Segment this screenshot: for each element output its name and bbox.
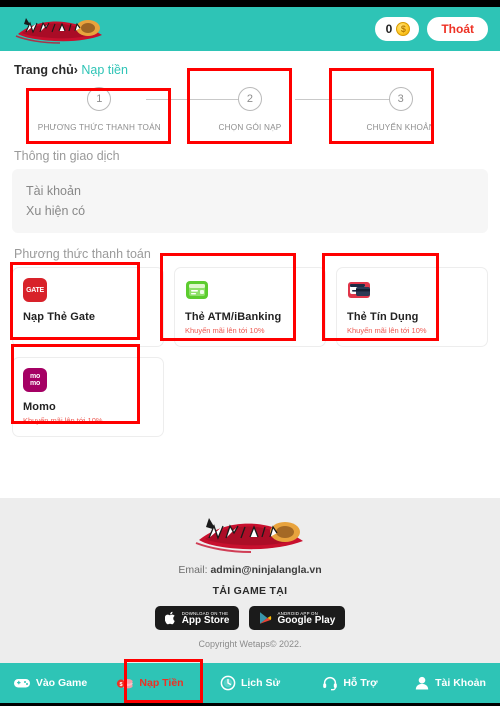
momo-icon-line1: mo [29, 372, 41, 380]
clock-icon [220, 675, 236, 691]
payment-method-name: Nạp Thẻ Gate [23, 311, 96, 323]
stepper-step-2[interactable]: 2 CHỌN GÓI NẠP [175, 87, 326, 132]
headset-icon [323, 676, 338, 691]
footer-copyright: Copyright Wetaps© 2022. [198, 639, 302, 649]
payment-methods-grid: GATE Nạp Thẻ Gate Thẻ ATM/iBanking Khuyế… [12, 267, 488, 445]
nav-item-vao-game[interactable]: Vào Game [0, 663, 100, 703]
payment-method-promo: Khuyến mãi lên tới 10% [347, 326, 427, 335]
stepper-label-3: CHUYỂN KHOẢN [366, 123, 435, 132]
user-icon [415, 676, 429, 690]
app-header: 0 $ Thoát [0, 7, 500, 51]
payment-method-name: Thẻ ATM/iBanking [185, 311, 282, 323]
stepper-step-3[interactable]: 3 CHUYỂN KHOẢN [325, 87, 476, 132]
payment-method-name: Momo [23, 401, 56, 413]
breadcrumb: Trang chủ› Nạp tiền [14, 63, 488, 77]
transaction-row-balance: Xu hiện có [26, 204, 86, 218]
breadcrumb-current: Nạp tiền [81, 63, 128, 77]
momo-icon-line2: mo [29, 380, 41, 387]
nav-item-lich-su[interactable]: Lịch Sử [200, 663, 300, 703]
credit-card-icon [347, 278, 371, 302]
stepper-number-3: 3 [388, 87, 413, 111]
page-footer: Email: admin@ninjalangla.vn TẢI GAME TẠI… [0, 498, 500, 663]
breadcrumb-home[interactable]: Trang chủ [14, 63, 74, 77]
svg-text:$: $ [120, 682, 123, 688]
app-screen: 0 $ Thoát Trang chủ› Nạp tiền 1 PHƯƠNG T… [0, 0, 500, 706]
apple-icon [164, 611, 175, 625]
stepper-number-1: 1 [87, 87, 112, 111]
footer-email-label: Email: [178, 564, 208, 576]
header-actions: 0 $ Thoát [374, 17, 488, 41]
gate-icon: GATE [23, 278, 47, 302]
payment-method-gate[interactable]: GATE Nạp Thẻ Gate [12, 267, 164, 347]
header-logo[interactable] [12, 12, 108, 46]
stepper-connector-2 [295, 99, 400, 101]
device-bezel-top [0, 0, 500, 7]
nav-label: Tài Khoản [435, 677, 486, 689]
nav-label: Vào Game [35, 677, 88, 689]
footer-email: Email: admin@ninjalangla.vn [178, 564, 321, 576]
page-content: Trang chủ› Nạp tiền 1 PHƯƠNG THỨC THANH … [0, 51, 500, 445]
transaction-row-account: Tài khoản [26, 184, 81, 198]
nav-item-tai-khoan[interactable]: Tài Khoản [400, 663, 500, 703]
nav-label: Nạp Tiền [139, 677, 184, 689]
bottom-navigation: Vào Game $ Nạp Tiền Lịch Sử Hỗ Trợ Tài K… [0, 663, 500, 703]
nav-label: Lịch Sử [240, 677, 281, 689]
momo-icon: mo mo [23, 368, 47, 392]
footer-download-title: TẢI GAME TẠI [212, 585, 288, 597]
payment-method-atm[interactable]: Thẻ ATM/iBanking Khuyến mãi lên tới 10% [174, 267, 326, 347]
footer-logo [191, 512, 309, 556]
exit-button[interactable]: Thoát [427, 17, 488, 41]
coin-icon: $ [396, 22, 411, 36]
coin-balance-value: 0 [385, 22, 393, 36]
payment-methods-title: Phương thức thanh toán [14, 247, 151, 261]
stepper-connector-1 [146, 99, 250, 101]
breadcrumb-separator: › [73, 63, 78, 77]
atm-card-icon [185, 278, 209, 302]
store-badges: Download on the App Store Android app on… [154, 606, 346, 630]
nav-item-nap-tien[interactable]: $ Nạp Tiền [100, 663, 200, 703]
google-play-icon [260, 612, 272, 624]
payment-method-promo: Khuyến mãi lên tới 10% [185, 326, 265, 335]
payment-method-momo[interactable]: mo mo Momo Khuyến mãi lên tới 10% [12, 357, 164, 437]
stepper-number-2: 2 [237, 87, 262, 111]
app-store-badge[interactable]: Download on the App Store [154, 606, 240, 630]
payment-method-credit[interactable]: Thẻ Tín Dụng Khuyến mãi lên tới 10% [336, 267, 488, 347]
stepper-label-2: CHỌN GÓI NẠP [218, 123, 282, 132]
coins-icon: $ [117, 679, 134, 689]
stepper-step-1[interactable]: 1 PHƯƠNG THỨC THANH TOÁN [24, 87, 175, 132]
gamepad-icon [13, 679, 30, 688]
transaction-info-box: Tài khoản Xu hiện có [12, 169, 488, 233]
nav-label: Hỗ Trợ [343, 677, 378, 689]
transaction-info-title: Thông tin giao dịch [14, 149, 120, 163]
payment-method-promo: Khuyến mãi lên tới 10% [23, 416, 103, 425]
app-store-badge-main: App Store [181, 614, 230, 626]
google-play-badge[interactable]: Android app on Google Play [249, 606, 346, 630]
google-play-badge-main: Google Play [277, 614, 336, 626]
checkout-stepper: 1 PHƯƠNG THỨC THANH TOÁN 2 CHỌN GÓI NẠP … [24, 87, 476, 145]
footer-email-value[interactable]: admin@ninjalangla.vn [210, 564, 321, 576]
nav-item-ho-tro[interactable]: Hỗ Trợ [300, 663, 400, 703]
payment-method-name: Thẻ Tín Dụng [347, 311, 419, 323]
coin-balance-badge[interactable]: 0 $ [374, 17, 420, 41]
stepper-label-1: PHƯƠNG THỨC THANH TOÁN [37, 123, 161, 132]
